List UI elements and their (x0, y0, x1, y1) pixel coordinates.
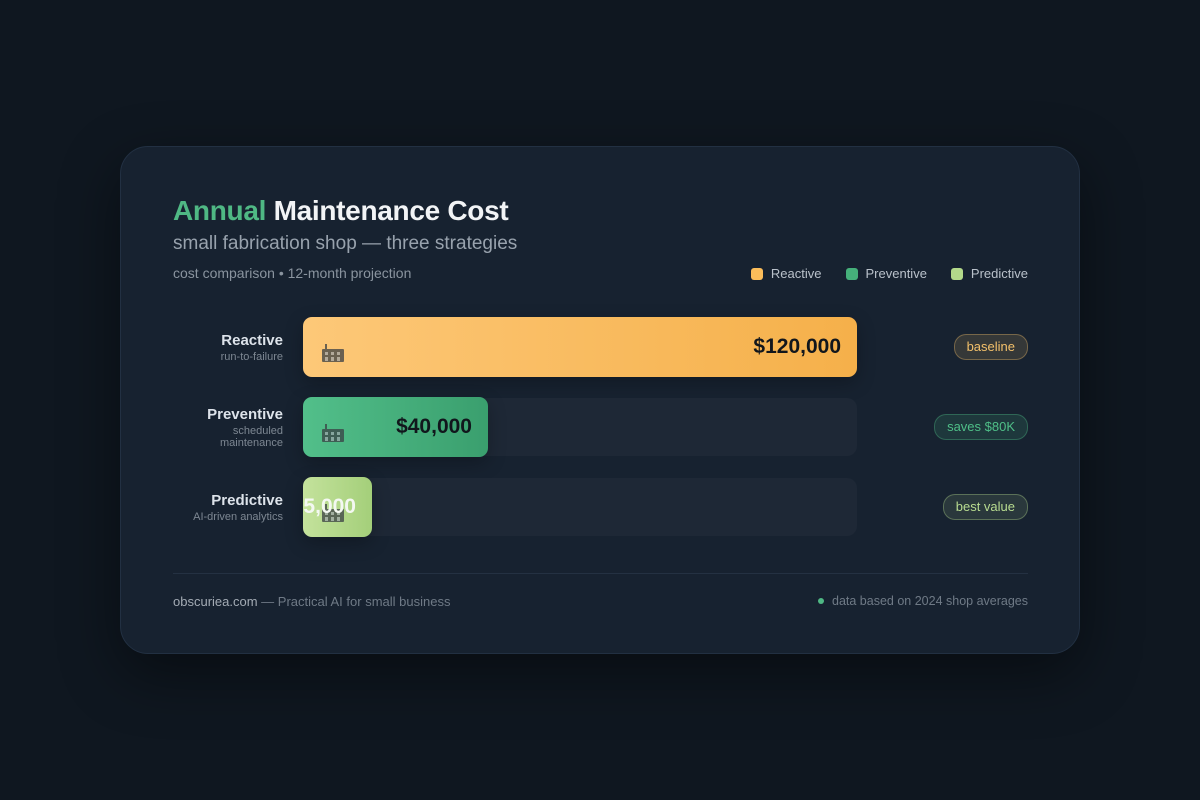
bar-row-reactive: Reactive run-to-failure $120,000 baseline (121, 317, 1079, 377)
title-accent: Annual (173, 195, 267, 226)
footer-divider (173, 573, 1028, 574)
legend-label: Predictive (970, 266, 1028, 281)
status-badge: saves $80K (934, 414, 1028, 440)
legend-label: Reactive (770, 266, 822, 281)
legend-item-predictive: Predictive (950, 266, 1028, 281)
bar-row-predictive: PredictiveAI-driven analytics $15,000 best… (121, 477, 1079, 537)
bar-row-preventive: Preventive scheduled maintenance $40,000 sa… (121, 397, 1079, 457)
footer-note-text: data based on 2024 shop averages (832, 594, 1028, 608)
legend-swatch (845, 267, 858, 280)
category-description: AI-driven analytics (193, 510, 283, 523)
title-main: Maintenance Cost (273, 195, 509, 226)
footer-site-link[interactable]: obscuriea.com (173, 594, 258, 609)
footer-tagline: — Practical AI for small business (257, 594, 451, 609)
chart-card: Annual Maintenance Cost small fabricatio… (120, 146, 1080, 654)
category-description: scheduled maintenance (220, 424, 283, 449)
footer-note: data based on 2024 shop averages (818, 594, 1028, 608)
category-description: run-to-failure (220, 350, 283, 363)
legend-swatch (750, 267, 763, 280)
bar-value-label: $15,000 (303, 495, 356, 518)
legend: Reactive Preventive Predictive (750, 266, 1028, 281)
chart-title: Annual Maintenance Cost (173, 195, 509, 227)
category-name: Preventive (207, 405, 283, 423)
status-dot-icon (818, 598, 824, 604)
category-label: Preventive scheduled maintenance (173, 397, 283, 457)
category-label: Reactive run-to-failure (173, 317, 283, 377)
bar-predictive[interactable]: $15,000 (303, 477, 372, 537)
bar-value-label: $40,000 (396, 415, 472, 438)
legend-swatch (950, 267, 963, 280)
category-label: Predictive AI-driven analytics (173, 477, 283, 537)
legend-item-reactive: Reactive (750, 266, 822, 281)
factory-icon (321, 422, 345, 442)
chart-subtitle: small fabrication shop — three strategie… (173, 233, 518, 254)
legend-label: Preventive (865, 266, 927, 281)
category-name: Predictive (211, 491, 283, 509)
bar-track (303, 478, 857, 536)
legend-item-preventive: Preventive (845, 266, 927, 281)
bar-preventive[interactable]: $40,000 (303, 397, 488, 457)
footer-attribution: obscuriea.com — Practical AI for small b… (173, 594, 450, 609)
status-badge: baseline (953, 334, 1028, 360)
bar-reactive[interactable]: $120,000 (303, 317, 857, 377)
status-badge: best value (942, 494, 1028, 520)
category-name: Reactive (221, 331, 283, 349)
factory-icon (321, 342, 345, 362)
chart-caption: cost comparison • 12-month projection (173, 265, 412, 281)
bar-value-label: $120,000 (753, 335, 841, 358)
